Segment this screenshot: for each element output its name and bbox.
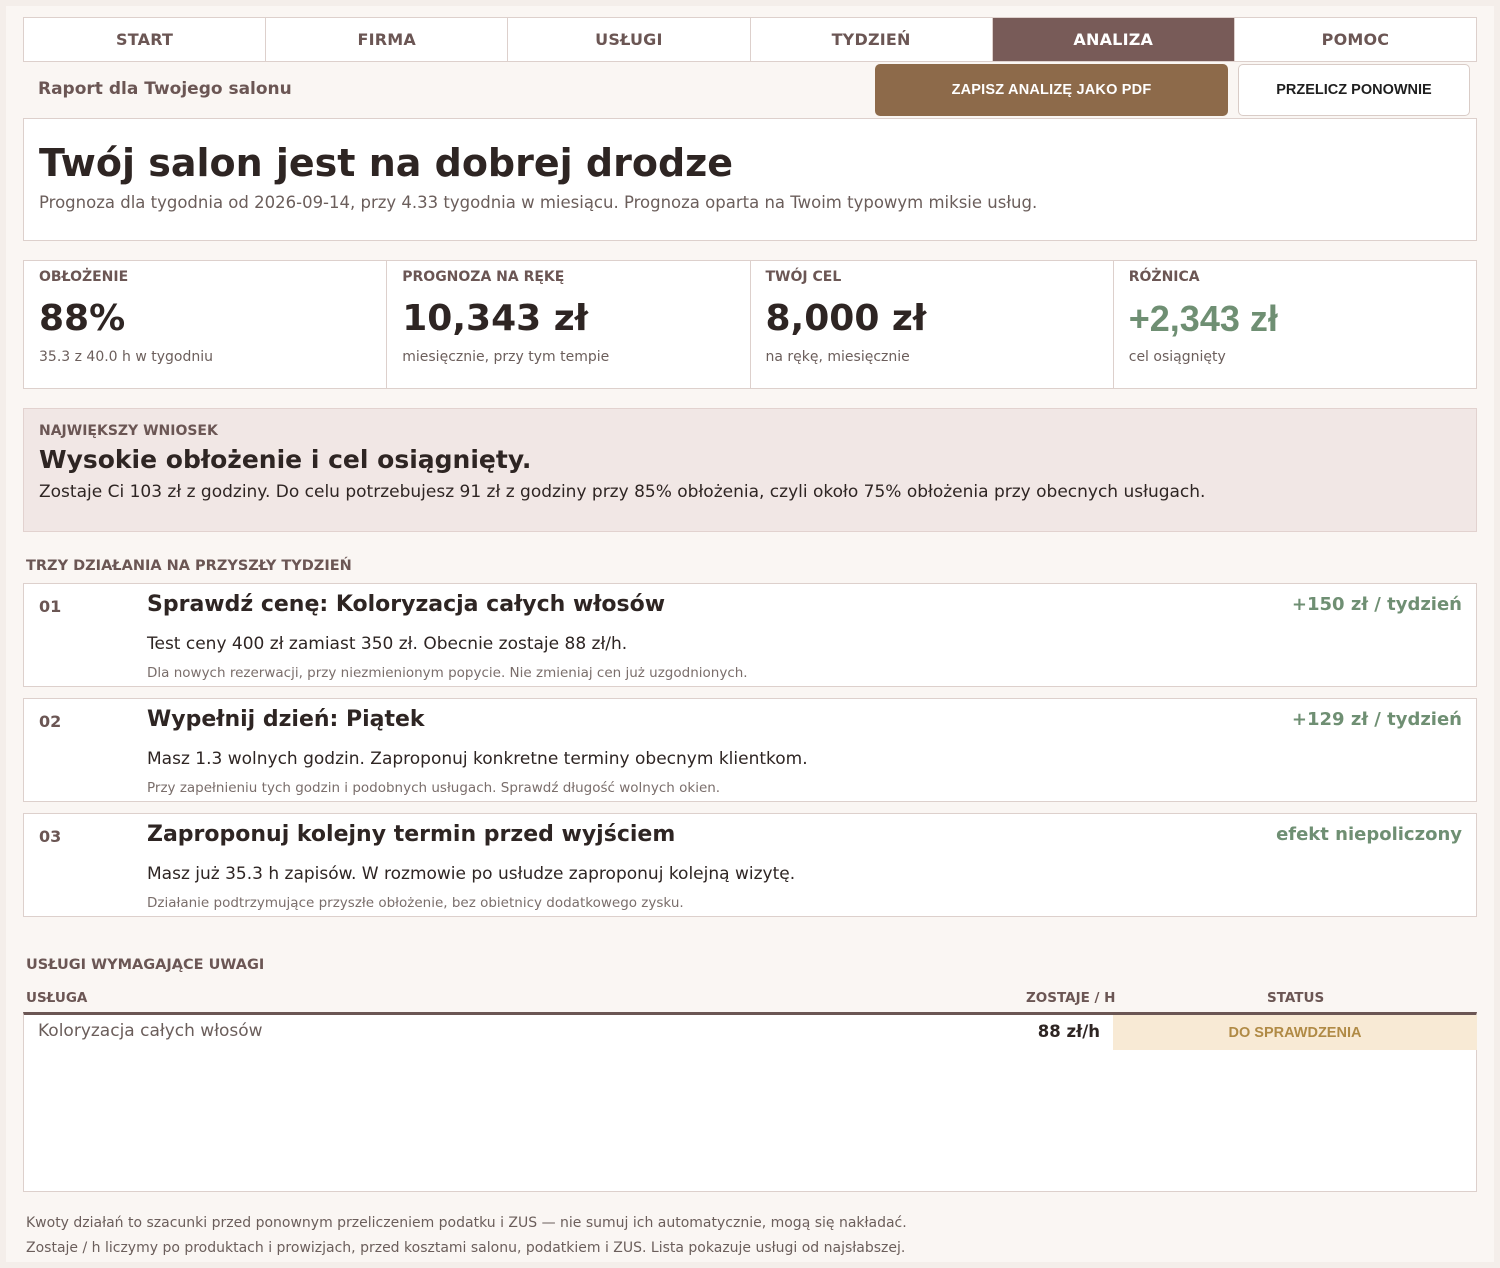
- kpi-value: 10,343 zł: [402, 298, 589, 339]
- services-table: Koloryzacja całych włosów 88 zł/h DO SPR…: [23, 1012, 1477, 1192]
- main-tabs: START FIRMA USŁUGI TYDZIEŃ ANALIZA POMOC: [23, 17, 1477, 62]
- kpi-row: OBŁOŻENIE 88% 35.3 z 40.0 h w tygodniu P…: [23, 260, 1477, 389]
- action-note: Przy zapełnieniu tych godzin i podobnych…: [147, 780, 721, 796]
- kpi-label: RÓŻNICA: [1128, 269, 1200, 285]
- kpi-value: 88%: [39, 298, 126, 339]
- report-subtitle: Raport dla Twojego salonu: [38, 79, 292, 99]
- recalculate-button[interactable]: PRZELICZ PONOWNIE: [1238, 64, 1470, 116]
- action-note: Działanie podtrzymujące przyszłe obłożen…: [147, 895, 684, 911]
- kpi-goal: TWÓJ CEL 8,000 zł na rękę, miesięcznie: [751, 261, 1114, 388]
- kpi-difference: RÓŻNICA +2,343 zł cel osiągnięty: [1114, 261, 1476, 388]
- tab-firma[interactable]: FIRMA: [266, 18, 509, 61]
- kpi-occupancy: OBŁOŻENIE 88% 35.3 z 40.0 h w tygodniu: [24, 261, 388, 388]
- tab-uslugi[interactable]: USŁUGI: [508, 18, 751, 61]
- tab-pomoc[interactable]: POMOC: [1235, 18, 1476, 61]
- action-card: 02 Wypełnij dzień: Piątek +129 zł / tydz…: [23, 698, 1477, 802]
- insight-title: Wysokie obłożenie i cel osiągnięty.: [39, 445, 532, 474]
- action-title: Sprawdź cenę: Koloryzacja całych włosów: [147, 592, 666, 617]
- tab-analiza[interactable]: ANALIZA: [992, 18, 1235, 61]
- save-pdf-button[interactable]: ZAPISZ ANALIZĘ JAKO PDF: [875, 64, 1228, 116]
- action-card: 03 Zaproponuj kolejny termin przed wyjśc…: [23, 813, 1477, 917]
- action-impact: efekt niepoliczony: [1276, 824, 1462, 845]
- actions-section-title: TRZY DZIAŁANIA NA PRZYSZŁY TYDZIEŃ: [26, 558, 352, 574]
- kpi-label: TWÓJ CEL: [765, 269, 842, 285]
- action-title: Zaproponuj kolejny termin przed wyjściem: [147, 822, 676, 847]
- column-service: USŁUGA: [26, 990, 88, 1006]
- footer-note-2: Zostaje / h liczymy po produktach i prow…: [26, 1240, 906, 1256]
- action-note: Dla nowych rezerwacji, przy niezmieniony…: [147, 665, 748, 681]
- kpi-label: OBŁOŻENIE: [39, 269, 129, 285]
- services-section-title: USŁUGI WYMAGAJĄCE UWAGI: [26, 957, 265, 973]
- action-card: 01 Sprawdź cenę: Koloryzacja całych włos…: [23, 583, 1477, 687]
- status-badge: DO SPRAWDZENIA: [1113, 1015, 1477, 1050]
- tab-start[interactable]: START: [24, 18, 267, 61]
- kpi-note: 35.3 z 40.0 h w tygodniu: [39, 349, 214, 365]
- kpi-value: +2,343 zł: [1128, 298, 1278, 339]
- service-name: Koloryzacja całych włosów: [38, 1021, 263, 1041]
- key-insight-card: NAJWIĘKSZY WNIOSEK Wysokie obłożenie i c…: [23, 408, 1477, 532]
- services-table-header: USŁUGA ZOSTAJE / H STATUS: [23, 988, 1477, 1014]
- kpi-note: cel osiągnięty: [1128, 349, 1226, 365]
- action-title: Wypełnij dzień: Piątek: [147, 707, 425, 732]
- column-per-hour: ZOSTAJE / H: [1026, 990, 1116, 1006]
- action-number: 03: [39, 827, 62, 846]
- kpi-note: miesięcznie, przy tym tempie: [402, 349, 610, 365]
- hero-card: Twój salon jest na dobrej drodze Prognoz…: [23, 118, 1477, 241]
- action-description: Masz już 35.3 h zapisów. W rozmowie po u…: [147, 864, 796, 884]
- footer-note-1: Kwoty działań to szacunki przed ponownym…: [26, 1215, 907, 1231]
- kpi-forecast: PROGNOZA NA RĘKĘ 10,343 zł miesięcznie, …: [387, 261, 751, 388]
- kpi-label: PROGNOZA NA RĘKĘ: [402, 269, 565, 285]
- action-number: 01: [39, 597, 62, 616]
- table-row[interactable]: Koloryzacja całych włosów 88 zł/h DO SPR…: [24, 1015, 1477, 1050]
- action-description: Masz 1.3 wolnych godzin. Zaproponuj konk…: [147, 749, 808, 769]
- action-impact: +150 zł / tydzień: [1291, 594, 1462, 615]
- column-status: STATUS: [1267, 990, 1325, 1006]
- tab-tydzien[interactable]: TYDZIEŃ: [751, 18, 993, 61]
- kpi-note: na rękę, miesięcznie: [765, 349, 910, 365]
- insight-text: Zostaje Ci 103 zł z godziny. Do celu pot…: [39, 482, 1206, 502]
- service-per-hour: 88 zł/h: [1037, 1022, 1100, 1041]
- insight-label: NAJWIĘKSZY WNIOSEK: [39, 423, 218, 439]
- action-number: 02: [39, 712, 62, 731]
- page: START FIRMA USŁUGI TYDZIEŃ ANALIZA POMOC…: [6, 6, 1494, 1262]
- action-impact: +129 zł / tydzień: [1291, 709, 1462, 730]
- forecast-description: Prognoza dla tygodnia od 2026-09-14, prz…: [39, 193, 1038, 212]
- kpi-value: 8,000 zł: [765, 298, 927, 339]
- action-description: Test ceny 400 zł zamiast 350 zł. Obecnie…: [147, 634, 628, 654]
- page-title: Twój salon jest na dobrej drodze: [39, 141, 734, 185]
